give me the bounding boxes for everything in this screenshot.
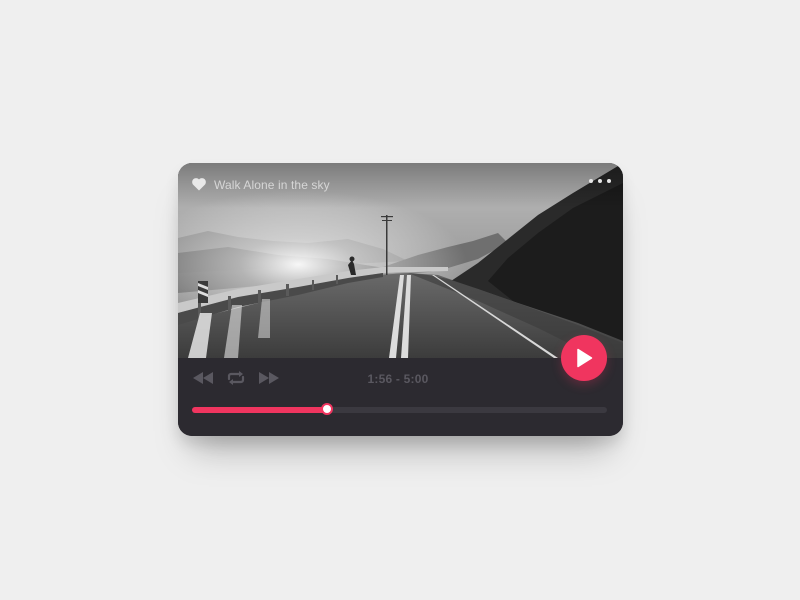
progress-track[interactable] <box>192 403 607 415</box>
repeat-icon[interactable] <box>227 371 245 385</box>
track-title: Walk Alone in the sky <box>214 178 330 192</box>
page: Walk Alone in the sky 1:56 - 5:00 <box>0 0 800 600</box>
progress-thumb[interactable] <box>320 403 333 415</box>
fast-forward-icon[interactable] <box>258 371 280 385</box>
rewind-icon[interactable] <box>192 371 214 385</box>
more-dots-icon[interactable] <box>589 177 611 185</box>
menu-dot <box>607 179 611 183</box>
controls-bar: 1:56 - 5:00 <box>178 358 623 436</box>
progress-fill <box>192 407 327 413</box>
video-player: Walk Alone in the sky 1:56 - 5:00 <box>178 163 623 436</box>
play-icon <box>577 348 593 368</box>
play-button[interactable] <box>561 335 607 381</box>
video-frame[interactable]: Walk Alone in the sky <box>178 163 623 358</box>
video-thumbnail <box>178 163 623 358</box>
menu-dot <box>598 179 602 183</box>
playback-time: 1:56 - 5:00 <box>367 372 429 386</box>
heart-icon[interactable] <box>192 178 206 191</box>
menu-dot <box>589 179 593 183</box>
